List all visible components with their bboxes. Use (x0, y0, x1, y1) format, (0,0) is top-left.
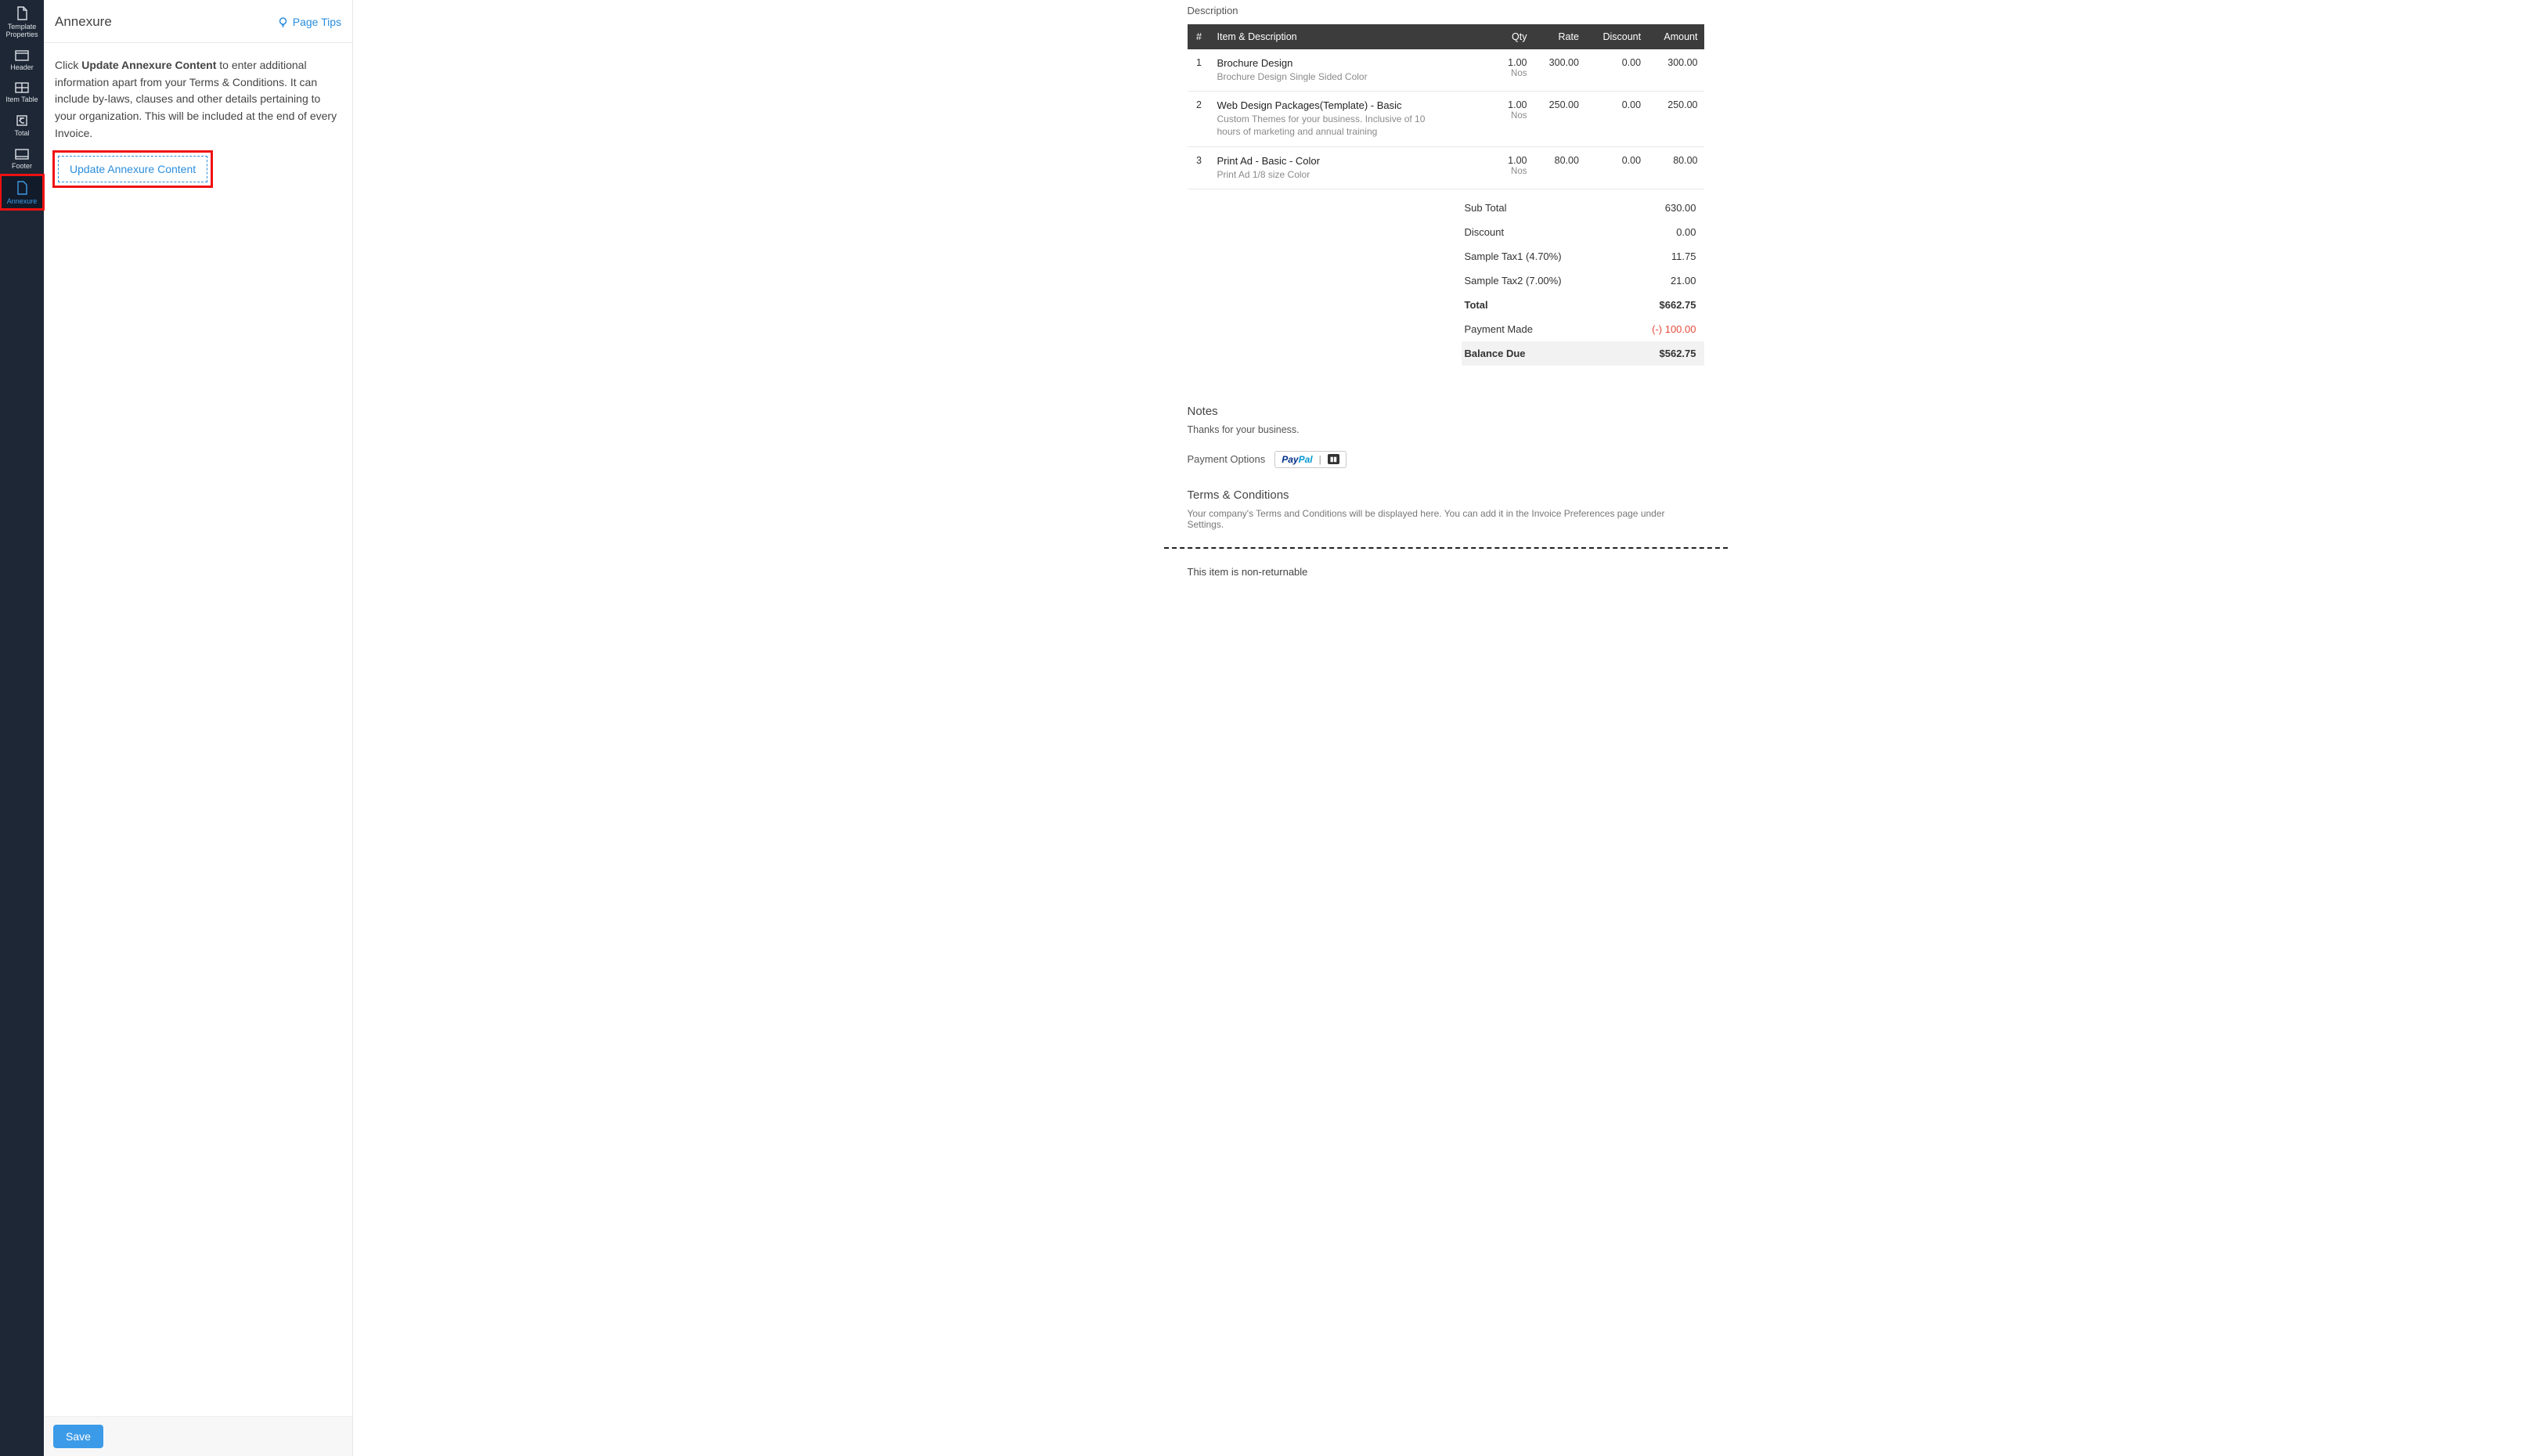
total-row: Total$662.75 (1462, 293, 1704, 317)
nav-label: Footer (12, 162, 32, 170)
item-desc: Print Ad 1/8 size Color (1217, 168, 1437, 181)
creditcard-icon: ▮▮ (1328, 454, 1339, 464)
terms-text: Your company's Terms and Conditions will… (1188, 508, 1704, 530)
annexure-settings-panel: Annexure Page Tips Click Update Annexure… (44, 0, 353, 1456)
col-qty: Qty (1494, 24, 1533, 49)
tax2-row: Sample Tax2 (7.00%)21.00 (1462, 268, 1704, 293)
payment-options: Payment Options PayPal | ▮▮ (1188, 451, 1704, 468)
table-row: 1 Brochure Design Brochure Design Single… (1188, 49, 1704, 92)
footer-icon (15, 149, 29, 160)
header-icon (15, 50, 29, 61)
terms-title: Terms & Conditions (1188, 488, 1704, 502)
nav-item-table[interactable]: Item Table (0, 76, 44, 108)
nav-total[interactable]: Total (0, 108, 44, 142)
update-annexure-content-button[interactable]: Update Annexure Content (58, 156, 207, 182)
nav-annexure[interactable]: Annexure (0, 175, 44, 210)
notes-title: Notes (1188, 405, 1704, 418)
item-name: Brochure Design (1217, 57, 1489, 69)
col-amount: Amount (1647, 24, 1703, 49)
tear-line (1164, 547, 1728, 549)
balance-due-row: Balance Due$562.75 (1462, 341, 1704, 366)
page-tips-link[interactable]: Page Tips (277, 16, 341, 28)
lightbulb-icon (277, 16, 289, 28)
col-discount: Discount (1585, 24, 1647, 49)
paypal-badge: PayPal | ▮▮ (1274, 451, 1347, 468)
panel-title: Annexure (55, 14, 112, 30)
totals-block: Sub Total630.00 Discount0.00 Sample Tax1… (1462, 196, 1704, 366)
subtotal-row: Sub Total630.00 (1462, 196, 1704, 220)
annexure-help-text: Click Update Annexure Content to enter a… (55, 57, 341, 142)
total-icon (16, 114, 28, 127)
payment-row: Payment Made(-) 100.00 (1462, 317, 1704, 341)
document-icon (16, 6, 28, 20)
discount-row: Discount0.00 (1462, 220, 1704, 244)
tax1-row: Sample Tax1 (4.70%)11.75 (1462, 244, 1704, 268)
terms-block: Terms & Conditions Your company's Terms … (1188, 488, 1704, 530)
description-label: Description (1188, 5, 1704, 16)
nav-footer[interactable]: Footer (0, 142, 44, 175)
save-button[interactable]: Save (53, 1425, 103, 1448)
payment-options-label: Payment Options (1188, 453, 1266, 465)
item-name: Web Design Packages(Template) - Basic (1217, 99, 1489, 111)
nav-header[interactable]: Header (0, 44, 44, 76)
highlight-box: Update Annexure Content (55, 153, 211, 186)
invoice-document: Description # Item & Description Qty Rat… (1164, 5, 1728, 601)
col-index: # (1188, 24, 1211, 49)
item-name: Print Ad - Basic - Color (1217, 155, 1489, 167)
item-table: # Item & Description Qty Rate Discount A… (1188, 24, 1704, 189)
nav-label: Template Properties (2, 23, 42, 39)
table-icon (15, 82, 29, 93)
item-desc: Custom Themes for your business. Inclusi… (1217, 113, 1437, 138)
template-section-nav: Template Properties Header Item Table To… (0, 0, 44, 1456)
nav-template-properties[interactable]: Template Properties (0, 0, 44, 44)
col-rate: Rate (1533, 24, 1584, 49)
page-tips-label: Page Tips (293, 16, 341, 28)
annexure-content-preview: This item is non-returnable (1188, 566, 1704, 578)
paypal-icon: PayPal (1282, 454, 1312, 465)
table-row: 3 Print Ad - Basic - Color Print Ad 1/8 … (1188, 146, 1704, 189)
nav-label: Total (14, 129, 29, 137)
nav-label: Item Table (5, 96, 38, 103)
col-item: Item & Description (1211, 24, 1495, 49)
template-preview: Description # Item & Description Qty Rat… (353, 0, 2538, 1456)
panel-body: Click Update Annexure Content to enter a… (44, 43, 352, 1416)
table-row: 2 Web Design Packages(Template) - Basic … (1188, 92, 1704, 146)
panel-header: Annexure Page Tips (44, 0, 352, 43)
notes-block: Notes Thanks for your business. (1188, 405, 1704, 435)
notes-text: Thanks for your business. (1188, 424, 1704, 435)
save-bar: Save (44, 1416, 352, 1456)
item-desc: Brochure Design Single Sided Color (1217, 70, 1437, 83)
annexure-icon (16, 181, 28, 195)
nav-label: Header (10, 63, 34, 71)
nav-label: Annexure (7, 197, 38, 205)
